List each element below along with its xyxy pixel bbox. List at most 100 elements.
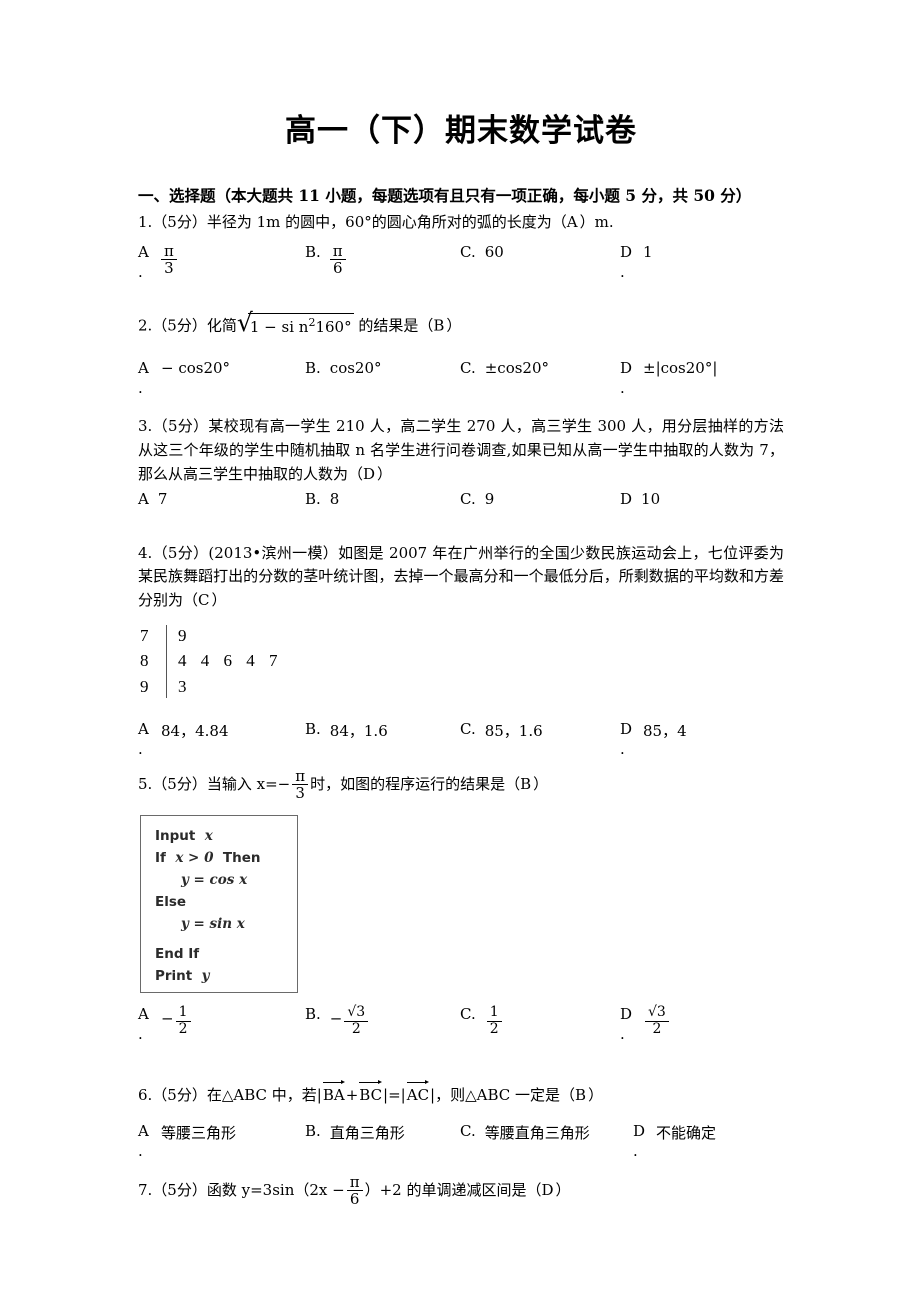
program-line-else: Else (155, 894, 187, 911)
option-c-label: C. (460, 489, 476, 508)
option-b-label: B. (305, 1005, 321, 1024)
option-d-value: 85，4 (643, 722, 687, 741)
option-b[interactable]: B. 直角三角形 (305, 1122, 405, 1143)
option-d-label: D. (633, 1122, 646, 1161)
option-a-value: − cos20° (161, 359, 231, 378)
question-2-options: A. − cos20° B. cos20° C. ±cos20° D. ±|co… (138, 359, 784, 398)
option-d-label: D. (620, 1005, 633, 1044)
option-b-label: B. (305, 359, 321, 378)
option-c-label: C. (460, 1005, 476, 1024)
option-d-value: 不能确定 (656, 1124, 717, 1143)
option-d[interactable]: D 10 (620, 490, 660, 508)
option-d-value: 1 (643, 242, 653, 261)
page-content: 高一（下）期末数学试卷 一、选择题（本大题共 11 小题，每题选项有且只有一项正… (138, 0, 784, 1208)
option-d-label: D. (620, 720, 633, 759)
option-c[interactable]: C. ±cos20° (460, 359, 549, 377)
option-c[interactable]: C. 85，1.6 (460, 720, 543, 741)
option-d-value: ±|cos20°| (643, 359, 718, 378)
option-b[interactable]: B. − √3 2 (305, 1005, 370, 1036)
vector-ba: BA (322, 1080, 345, 1108)
option-a-label: A. (138, 359, 149, 398)
option-b[interactable]: B. π 6 (305, 243, 348, 276)
question-5-stem-mid: 时，如图的程序运行的结果是（ (310, 774, 521, 793)
page-title: 高一（下）期末数学试卷 (285, 113, 637, 149)
option-b-value: π 6 (329, 243, 346, 276)
question-7-fraction: π6 (346, 1174, 363, 1208)
option-b[interactable]: B. cos20° (305, 359, 382, 377)
option-d-label: D. (620, 242, 633, 281)
question-7: 7.（5分）函数 y=3sin（2x − π 6 ）+2 的单调递减区间是（D） (138, 1174, 784, 1208)
question-5-stem-post: ） (533, 774, 549, 793)
question-6-stem-post: ） (588, 1086, 604, 1105)
option-c[interactable]: C. 等腰直角三角形 (460, 1122, 590, 1143)
question-3-stem: 3.（5分）某校现有高一学生 210 人，高二学生 270 人，高三学生 300… (138, 415, 784, 486)
option-c-label: C. (460, 720, 476, 739)
question-3-stem-pre: 3.（5分）某校现有高一学生 210 人，高二学生 270 人，高三学生 300… (138, 417, 784, 483)
option-d[interactable]: D. 85，4 (620, 720, 687, 759)
option-a[interactable]: A. π 3 (138, 243, 179, 281)
program-lines: Input x If x > 0 Then y = cos x Else y =… (141, 816, 297, 987)
plus-sign: + (345, 1086, 359, 1105)
leaf-values: 4 4 6 4 7 (178, 651, 283, 671)
equals-bars: |=| (383, 1086, 406, 1105)
question-7-answer: D (541, 1181, 556, 1200)
question-3: 3.（5分）某校现有高一学生 210 人，高二学生 270 人，高三学生 300… (138, 415, 784, 515)
option-c[interactable]: C. 60 (460, 243, 504, 261)
stem-value: 8 (140, 651, 149, 671)
option-a-value: 84，4.84 (161, 722, 229, 741)
option-a-value: π 3 (161, 243, 177, 276)
option-c[interactable]: C. 9 (460, 490, 494, 508)
option-d[interactable]: D. 1 (620, 242, 653, 281)
document-page: 高一（下）期末数学试卷 一、选择题（本大题共 11 小题，每题选项有且只有一项正… (0, 0, 920, 1302)
question-5-stem-pre: 5.（5分）当输入 x= (138, 774, 278, 793)
option-c[interactable]: C. 12 (460, 1005, 504, 1036)
option-d[interactable]: D. √3 2 (620, 1005, 671, 1044)
question-1: 1.（5分）半径为 1m 的圆中，60°的圆心角所对的弧的长度为（A）m. A.… (138, 211, 784, 295)
option-d[interactable]: D. 不能确定 (633, 1122, 717, 1161)
option-d[interactable]: D. ±|cos20°| (620, 359, 718, 397)
question-1-stem-post: ）m. (579, 213, 614, 232)
question-1-stem-pre: 1.（5分）半径为 1m 的圆中，60°的圆心角所对的弧的长度为（ (138, 213, 567, 232)
option-a[interactable]: A. 84，4.84 (138, 720, 229, 758)
minus-sign: − (332, 1181, 345, 1200)
stem-leaf-row: 9 3 (140, 674, 340, 700)
question-5-options: A. −1 2 B. − √3 2 C. 12 D. √3 2 (138, 1005, 784, 1057)
option-a[interactable]: A. 等腰三角形 (138, 1122, 236, 1160)
question-6-options: A. 等腰三角形 B. 直角三角形 C. 等腰直角三角形 D. 不能确定 (138, 1122, 784, 1161)
option-b-value: 84，1.6 (329, 722, 388, 741)
stem-and-leaf-plot: 7 9 8 4 4 6 4 7 9 3 (140, 623, 340, 700)
program-line-else-body: y = sin x (181, 915, 245, 932)
option-a-value: −1 2 (161, 1005, 193, 1036)
option-c-value: 85，1.6 (484, 722, 543, 741)
option-a-label: A (138, 489, 149, 508)
question-2: 2.（5分）化简1 − si n2160° 的结果是（B） A. − cos20… (138, 310, 784, 398)
option-d-value: √3 2 (643, 1005, 671, 1036)
question-4-stem: 4.（5分）(2013•滨州一模）如图是 2007 年在广州举行的全国少数民族运… (138, 542, 784, 613)
stem-leaf-divider (166, 624, 167, 699)
question-4-stem-pre: 4.（5分）(2013•滨州一模）如图是 2007 年在广州举行的全国少数民族运… (138, 543, 784, 609)
question-4-options: A. 84，4.84 B. 84，1.6 C. 85，1.6 D. 85，4 (138, 720, 784, 759)
question-3-options: A 7 B. 8 C. 9 D 10 (138, 490, 784, 516)
option-c-value: 60 (484, 242, 504, 261)
stem-value: 7 (140, 625, 149, 645)
question-6-stem: 6.（5分）在△ABC 中，若|BA+BC|=|AC|，则△ABC 一定是（B） (138, 1080, 784, 1108)
minus-sign: − (277, 774, 291, 793)
program-line-spacer (155, 936, 297, 944)
option-b-label: B. (305, 242, 321, 261)
question-5-answer: B (520, 774, 534, 793)
question-5: 5.（5分）当输入 x=− π 3 时，如图的程序运行的结果是（B） Input x … (138, 768, 784, 1057)
question-1-stem: 1.（5分）半径为 1m 的圆中，60°的圆心角所对的弧的长度为（A）m. (138, 211, 784, 235)
question-1-options: A. π 3 B. π 6 C. 60 D . 1 (138, 243, 784, 295)
option-a[interactable]: A 7 (138, 490, 167, 508)
option-b[interactable]: B. 8 (305, 490, 339, 508)
option-c-label: C. (460, 359, 476, 378)
option-a[interactable]: A. − cos20° (138, 359, 231, 398)
stem-leaf-row: 7 9 (140, 623, 340, 649)
question-2-stem: 2.（5分）化简1 − si n2160° 的结果是（B） (138, 310, 784, 340)
option-a[interactable]: A. −1 2 (138, 1005, 193, 1043)
question-2-stem-mid: 的结果是（ (358, 316, 434, 335)
option-b[interactable]: B. 84，1.6 (305, 720, 388, 741)
question-4-stem-post: ） (211, 590, 227, 609)
question-4: 4.（5分）(2013•滨州一模）如图是 2007 年在广州举行的全国少数民族运… (138, 542, 784, 759)
section-header: 一、选择题（本大题共 11 小题，每题选项有且只有一项正确，每小题 5 分，共 … (138, 186, 752, 206)
